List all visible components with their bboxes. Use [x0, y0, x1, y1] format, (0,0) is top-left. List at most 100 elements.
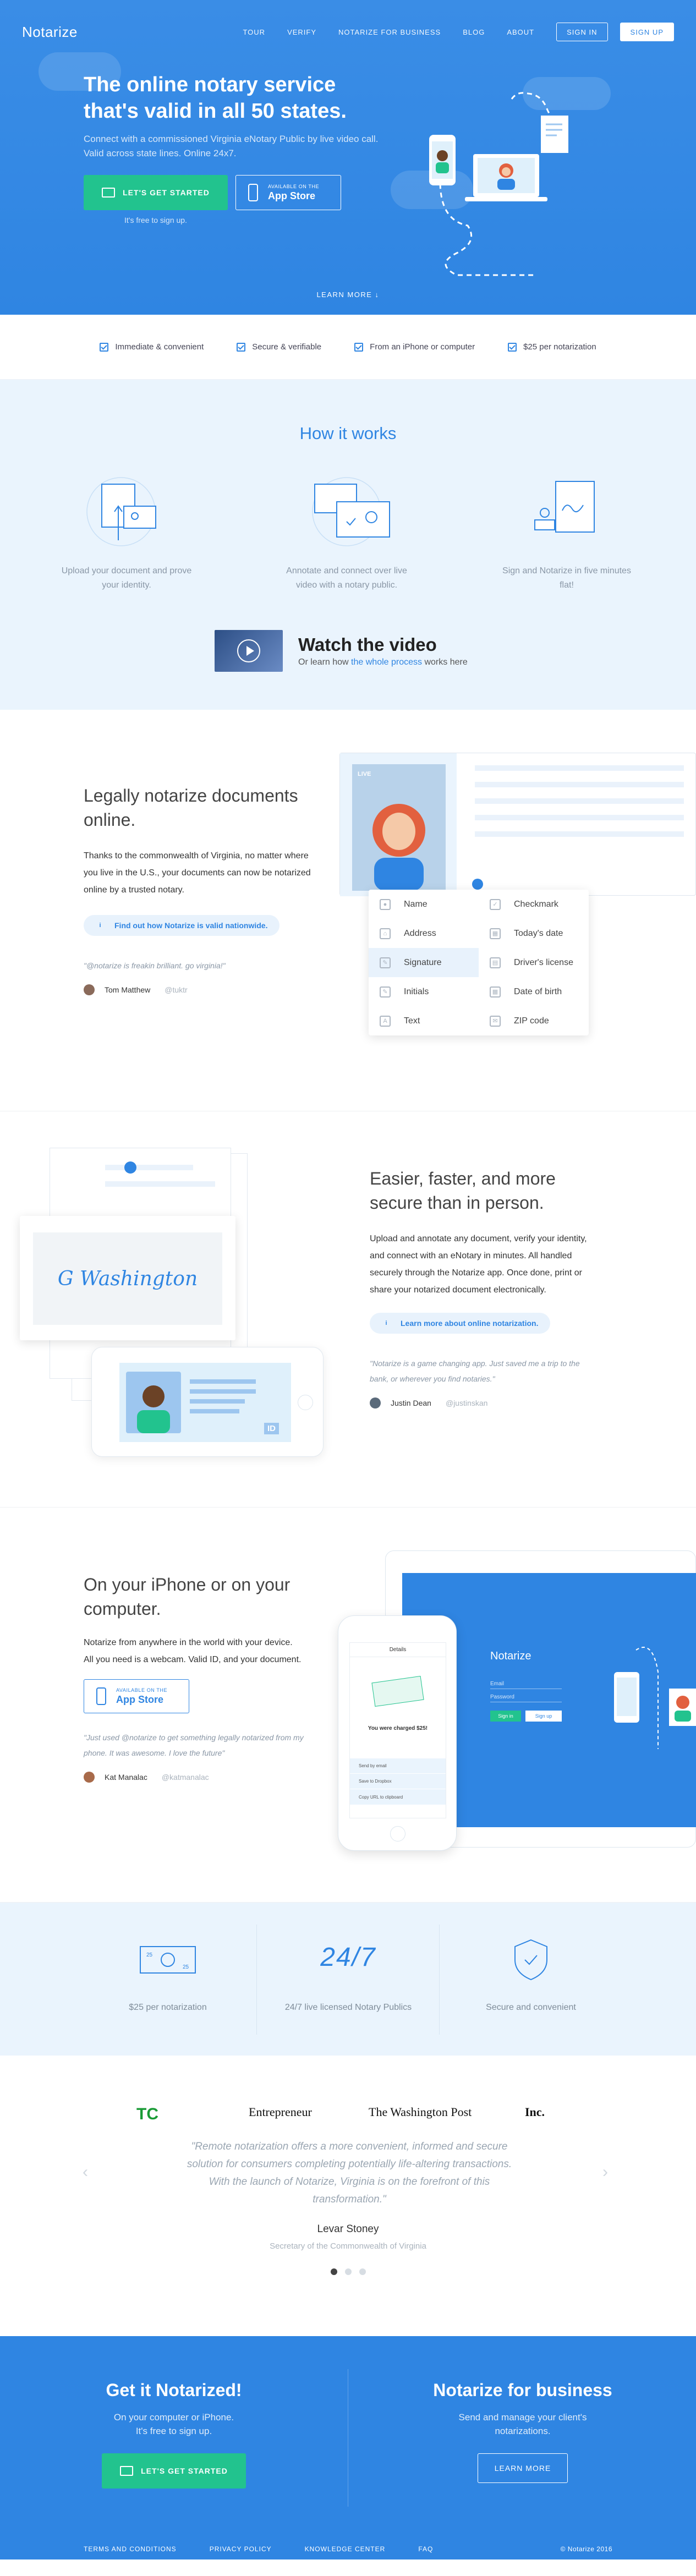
- text-icon: A: [380, 1015, 391, 1027]
- devices-text-block: On your iPhone or on your computer. Nota…: [84, 1572, 304, 1783]
- share-dropbox[interactable]: Save to Dropbox: [350, 1774, 446, 1789]
- field-checkmark[interactable]: ✓ Checkmark: [479, 890, 589, 919]
- initials-icon: ✎: [380, 986, 391, 997]
- nav-tour[interactable]: TOUR: [243, 28, 265, 36]
- benefit-security: Secure and convenient: [440, 1903, 622, 2056]
- video-thumbnail[interactable]: [215, 630, 283, 672]
- footer-privacy-link[interactable]: PRIVACY POLICY: [210, 2545, 272, 2553]
- check-icon: [237, 342, 246, 352]
- sign-up-button[interactable]: SIGN UP: [620, 23, 674, 41]
- share-email[interactable]: Send by email: [350, 1758, 446, 1774]
- phone-landscape: ID: [91, 1347, 324, 1457]
- shield-icon: [514, 1939, 547, 1981]
- nav-blog[interactable]: BLOG: [463, 28, 485, 36]
- devices-title: On your iPhone or on your computer.: [84, 1575, 291, 1619]
- learn-online-notarization-link[interactable]: i Learn more about online notarization.: [370, 1313, 551, 1334]
- author-handle: @tuktr: [165, 985, 188, 994]
- nav-business[interactable]: NOTARIZE FOR BUSINESS: [338, 28, 441, 36]
- cta-get-started-button[interactable]: LET'S GET STARTED: [102, 2453, 246, 2489]
- nav-verify[interactable]: VERIFY: [287, 28, 316, 36]
- upload-document-icon: [86, 477, 156, 546]
- info-icon: i: [99, 922, 101, 929]
- cta-business: Notarize for business Send and manage yo…: [418, 2380, 627, 2483]
- field-signature[interactable]: ✎ Signature: [369, 948, 479, 977]
- notary-face: [502, 167, 511, 176]
- signature-card: G Washington: [20, 1216, 235, 1340]
- carousel-dot[interactable]: [344, 2268, 352, 2275]
- feature-label: From an iPhone or computer: [370, 342, 475, 352]
- get-started-label: LET'S GET STARTED: [123, 188, 210, 197]
- press-quote: "Remote notarization offers a more conve…: [187, 2141, 512, 2205]
- field-text[interactable]: A Text: [369, 1006, 479, 1035]
- money-bill-icon: 25 25: [140, 1946, 196, 1974]
- monitor-icon: [120, 2466, 134, 2476]
- business-learn-more-button[interactable]: LEARN MORE: [478, 2453, 568, 2483]
- valid-nationwide-link[interactable]: i Find out how Notarize is valid nationwi…: [84, 915, 280, 936]
- hero-cta-row: LET'S GET STARTED AVAILABLE ON THE App S…: [84, 175, 341, 210]
- benefit-availability: 24/7 24/7 live licensed Notary Publics: [257, 1903, 439, 2056]
- field-zip-code[interactable]: ✉ ZIP code: [479, 1006, 589, 1035]
- app-store-button[interactable]: AVAILABLE ON THE App Store: [235, 175, 341, 210]
- sign-in-button[interactable]: SIGN IN: [556, 23, 608, 41]
- charged-text: You were charged $25!: [368, 1725, 428, 1731]
- how-step-upload: Upload your document and prove your iden…: [39, 468, 215, 593]
- field-todays-date[interactable]: ▦ Today's date: [479, 919, 589, 948]
- field-initials[interactable]: ✎ Initials: [369, 977, 479, 1006]
- feature-item: Immediate & convenient: [100, 342, 204, 352]
- app-store-button-2[interactable]: AVAILABLE ON THE App Store: [84, 1679, 189, 1713]
- home-button: [298, 1395, 313, 1410]
- pill-label: Learn more about online notarization.: [401, 1319, 539, 1328]
- app-store-text: AVAILABLE ON THE App Store: [268, 184, 319, 202]
- laptop-device-illustration: [614, 1647, 696, 1749]
- chevron-right-icon[interactable]: ›: [602, 2163, 608, 2182]
- get-started-button[interactable]: LET'S GET STARTED: [84, 175, 228, 210]
- nav-about[interactable]: ABOUT: [507, 28, 534, 36]
- field-date-of-birth[interactable]: ▦ Date of birth: [479, 977, 589, 1006]
- field-name[interactable]: ● Name: [369, 890, 479, 919]
- share-copy-url[interactable]: Copy URL to clipboard: [350, 1789, 446, 1805]
- svg-text:25: 25: [146, 1952, 153, 1958]
- laptop-base: [465, 197, 547, 201]
- washington-post-logo: The Washington Post: [369, 2105, 472, 2119]
- how-step-annotate: Annotate and connect over live video wit…: [259, 468, 435, 593]
- logo[interactable]: Notarize: [22, 24, 78, 41]
- divider: [256, 1925, 257, 2035]
- feature-label: Secure & verifiable: [252, 342, 322, 352]
- feature-item: Secure & verifiable: [237, 342, 321, 352]
- footer-faq-link[interactable]: FAQ: [418, 2545, 433, 2553]
- carousel-dot[interactable]: [330, 2268, 337, 2275]
- learn-more-link[interactable]: LEARN MORE ↓: [0, 291, 696, 299]
- iphone-mockup: Details You were charged $25! Send by em…: [338, 1615, 457, 1851]
- laptop-signup-button[interactable]: Sign up: [525, 1711, 562, 1722]
- cta-left-body: On your computer or iPhone. It's free to…: [113, 2412, 234, 2436]
- id-label: ID: [264, 1423, 279, 1434]
- chevron-left-icon[interactable]: ‹: [83, 2163, 88, 2182]
- person-body: [436, 162, 449, 173]
- footer-terms-link[interactable]: TERMS AND CONDITIONS: [84, 2545, 177, 2553]
- carousel-dot[interactable]: [359, 2268, 366, 2275]
- feature-label: Immediate & convenient: [115, 342, 204, 352]
- document-shape: [541, 116, 568, 153]
- field-address[interactable]: ⌂ Address: [369, 919, 479, 948]
- field-drivers-license[interactable]: ▤ Driver's license: [479, 948, 589, 977]
- mailbox-icon: ✉: [490, 1015, 501, 1027]
- app-store-big: App Store: [116, 1693, 164, 1705]
- watch-video-block: Watch the video Or learn how the whole p…: [215, 630, 468, 672]
- laptop-signin-button[interactable]: Sign in: [490, 1711, 521, 1722]
- info-icon: i: [385, 1320, 387, 1327]
- how-title: How it works: [299, 424, 397, 443]
- phone-landscape-screen: ID: [119, 1363, 291, 1442]
- feature-strip: Immediate & convenient Secure & verifiab…: [0, 315, 696, 380]
- avatar: [84, 984, 95, 995]
- person-head: [437, 150, 448, 161]
- benefit-label: Secure and convenient: [486, 2003, 576, 2012]
- svg-text:25: 25: [183, 1964, 189, 1970]
- app-store-big: App Store: [268, 190, 316, 201]
- devices-section: On your iPhone or on your computer. Nota…: [0, 1508, 696, 1903]
- field-label: Initials: [404, 986, 429, 996]
- field-label: Address: [404, 928, 436, 938]
- how-step-text: Upload your document and prove your iden…: [61, 566, 192, 590]
- field-label: Signature: [404, 957, 442, 967]
- footer-knowledge-link[interactable]: KNOWLEDGE CENTER: [305, 2545, 386, 2553]
- whole-process-link[interactable]: the whole process: [351, 657, 422, 667]
